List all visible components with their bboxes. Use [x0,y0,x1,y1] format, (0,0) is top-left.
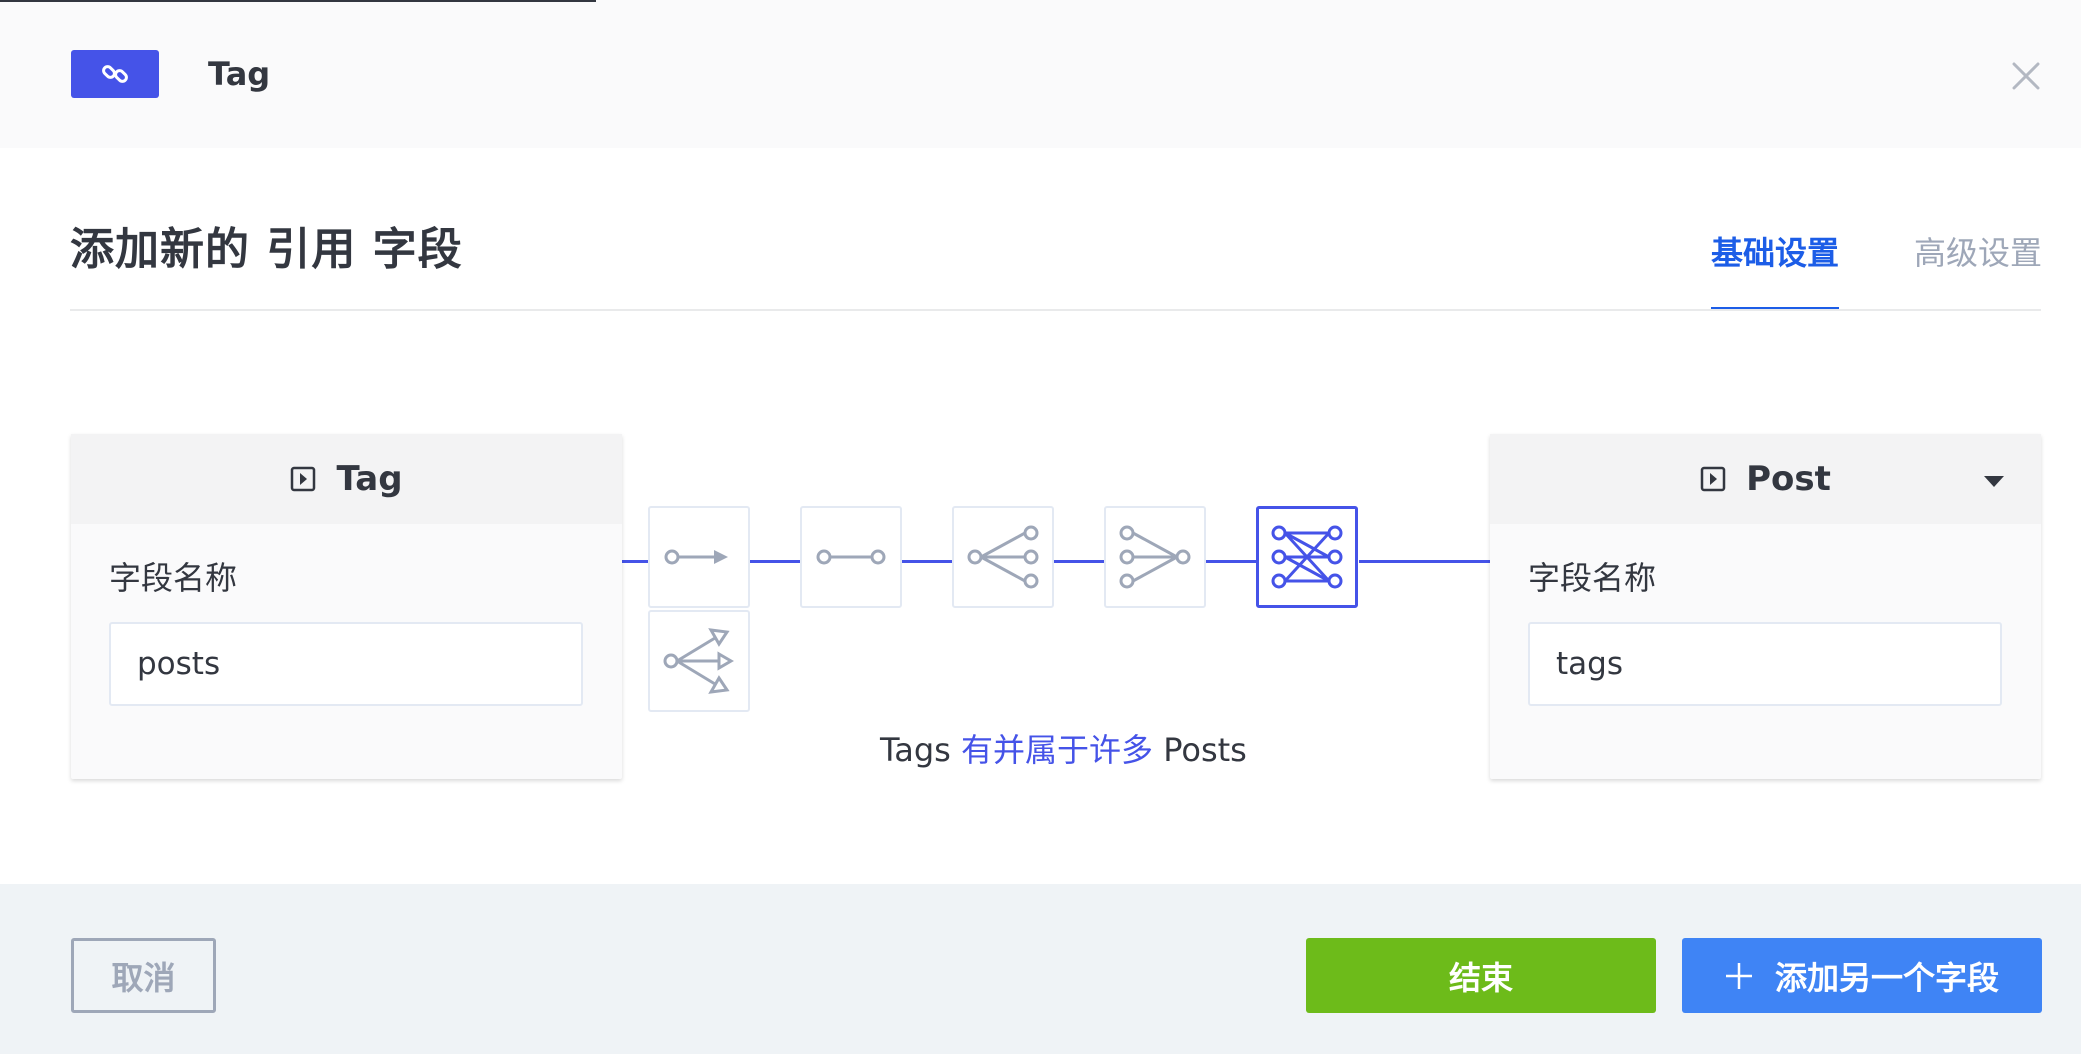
connector-line [1359,560,1490,563]
tab-basic-settings[interactable]: 基础设置 [1711,230,1839,311]
content-type-icon [291,466,316,492]
one-to-many-relation-icon [967,525,1039,589]
content-type-icon [1700,466,1726,492]
top-strip [0,0,596,2]
cancel-button[interactable]: 取消 [71,938,216,1013]
one-way-relation-icon [664,549,728,565]
source-card-title: Tag [336,459,403,499]
caret-down-icon[interactable] [1983,474,2005,488]
source-field-label: 字段名称 [109,559,238,597]
tabs: 基础设置 高级设置 [0,230,2081,311]
one-to-one-relation-icon [816,549,886,565]
close-icon [2012,62,2040,90]
finish-button[interactable]: 结束 [1306,938,1656,1013]
target-card-title: Post [1746,459,1831,499]
close-button[interactable] [2006,56,2046,96]
target-field-label: 字段名称 [1528,559,1657,597]
relation-one-way-button[interactable] [648,506,750,608]
target-card-header[interactable]: Post [1490,434,2041,524]
modal-header: Tag [0,0,2081,148]
add-another-field-button[interactable]: 添加另一个字段 [1682,938,2042,1013]
connector-line [1206,560,1256,563]
modal-page: Tag 添加新的 引用 字段 基础设置 高级设置 Tag 字段名称 posts … [0,0,2081,1054]
relation-one-to-one-button[interactable] [800,506,902,608]
add-another-field-label: 添加另一个字段 [1774,958,1999,997]
tab-advanced-settings[interactable]: 高级设置 [1914,230,2042,310]
relation-target-name: Posts [1163,731,1247,769]
source-field-input[interactable] [109,622,583,706]
many-way-relation-icon [663,628,734,694]
many-to-one-relation-icon [1119,525,1191,589]
relation-one-to-many-button[interactable] [952,506,1054,608]
plus-icon [1725,962,1752,989]
header-badge [71,50,159,98]
connector-line [902,560,952,563]
connector-line [1054,560,1104,563]
title-divider [70,309,2041,311]
relation-description: Tags 有并属于许多 Posts [880,728,1247,772]
header-title: Tag [208,55,271,93]
source-card: Tag 字段名称 [71,434,622,779]
many-to-many-relation-icon [1271,525,1343,589]
connector-line [622,560,648,563]
connector-line [750,560,800,563]
source-card-header: Tag [71,434,622,524]
relation-many-way-button[interactable] [648,610,750,712]
relation-type-text: 有并属于许多 [961,731,1154,769]
target-field-input[interactable] [1528,622,2002,706]
link-icon [102,65,128,83]
relation-source-name: Tags [880,731,951,769]
relation-many-to-one-button[interactable] [1104,506,1206,608]
relation-many-to-many-button[interactable] [1256,506,1358,608]
target-card: Post 字段名称 [1490,434,2041,779]
